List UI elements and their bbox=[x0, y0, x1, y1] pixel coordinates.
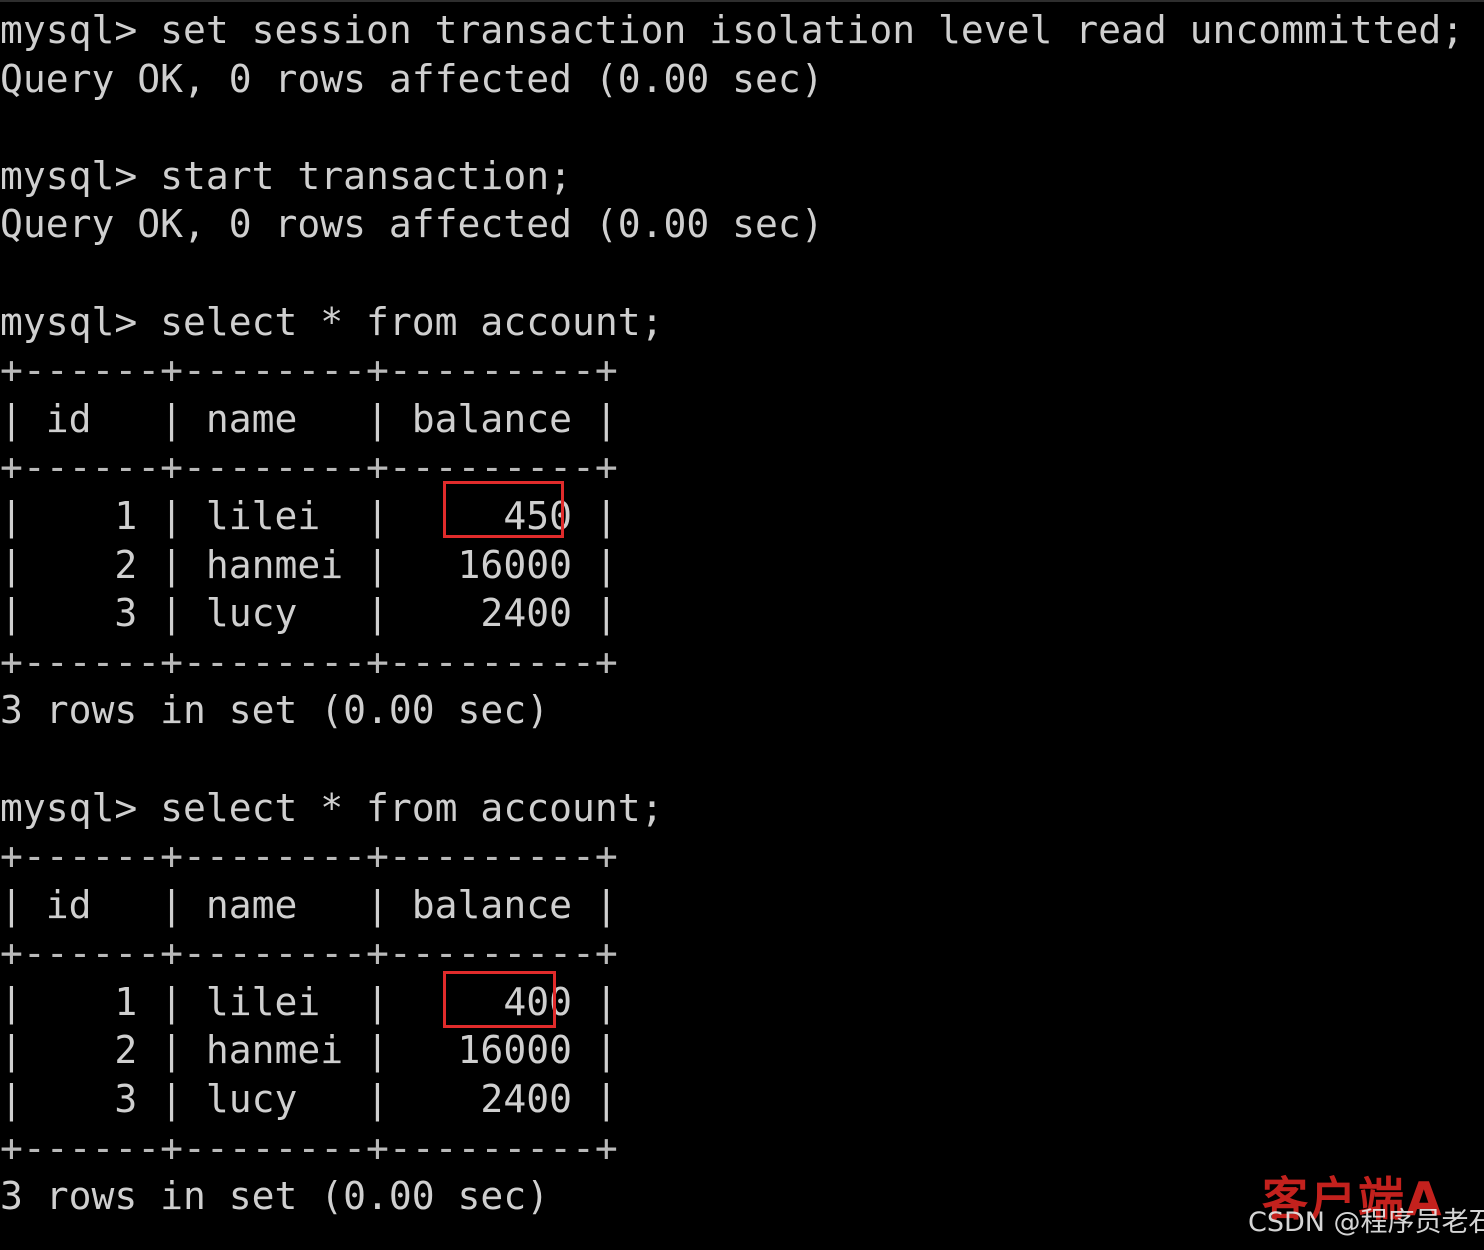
table-2-row-3: | 3 | lucy | 2400 | bbox=[0, 1077, 618, 1122]
terminal-console-output[interactable]: mysql> set session transaction isolation… bbox=[0, 0, 1484, 1221]
terminal-line-result-query-ok-1: Query OK, 0 rows affected (0.00 sec) bbox=[0, 56, 824, 101]
table-2-row-1: | 1 | lilei | 400 | bbox=[0, 979, 618, 1024]
terminal-line-blank-2 bbox=[0, 249, 1484, 298]
terminal-line-command-start-transaction: mysql> start transaction; bbox=[0, 153, 572, 198]
terminal-line-command-select-2: mysql> select * from account; bbox=[0, 785, 664, 830]
terminal-line-command-select-1: mysql> select * from account; bbox=[0, 299, 664, 344]
table-1-footer-rows-in-set: 3 rows in set (0.00 sec) bbox=[0, 688, 550, 733]
terminal-window[interactable]: mysql> set session transaction isolation… bbox=[0, 0, 1484, 1250]
table-1-border-bottom: +------+--------+---------+ bbox=[0, 639, 618, 684]
terminal-line-result-query-ok-2: Query OK, 0 rows affected (0.00 sec) bbox=[0, 202, 824, 247]
table-2-border-bottom: +------+--------+---------+ bbox=[0, 1125, 618, 1170]
terminal-line-blank-3 bbox=[0, 735, 1484, 784]
table-2-border-header: +------+--------+---------+ bbox=[0, 931, 618, 976]
table-1-header-row: | id | name | balance | bbox=[0, 396, 618, 441]
table-1-border-top: +------+--------+---------+ bbox=[0, 348, 618, 393]
table-1-row-3: | 3 | lucy | 2400 | bbox=[0, 591, 618, 636]
table-1-row-1: | 1 | lilei | 450 | bbox=[0, 493, 618, 538]
table-2-header-row: | id | name | balance | bbox=[0, 882, 618, 927]
table-2-row-2: | 2 | hanmei | 16000 | bbox=[0, 1028, 618, 1073]
watermark: 客户端A CSDN @程序员老石 bbox=[1240, 1172, 1484, 1244]
terminal-line-command-set-isolation: mysql> set session transaction isolation… bbox=[0, 8, 1465, 52]
watermark-credit: CSDN @程序员老石 bbox=[1248, 1207, 1484, 1238]
table-2-border-top: +------+--------+---------+ bbox=[0, 834, 618, 879]
terminal-line-blank-1 bbox=[0, 103, 1484, 152]
table-1-border-header: +------+--------+---------+ bbox=[0, 445, 618, 490]
table-1-row-2: | 2 | hanmei | 16000 | bbox=[0, 542, 618, 587]
